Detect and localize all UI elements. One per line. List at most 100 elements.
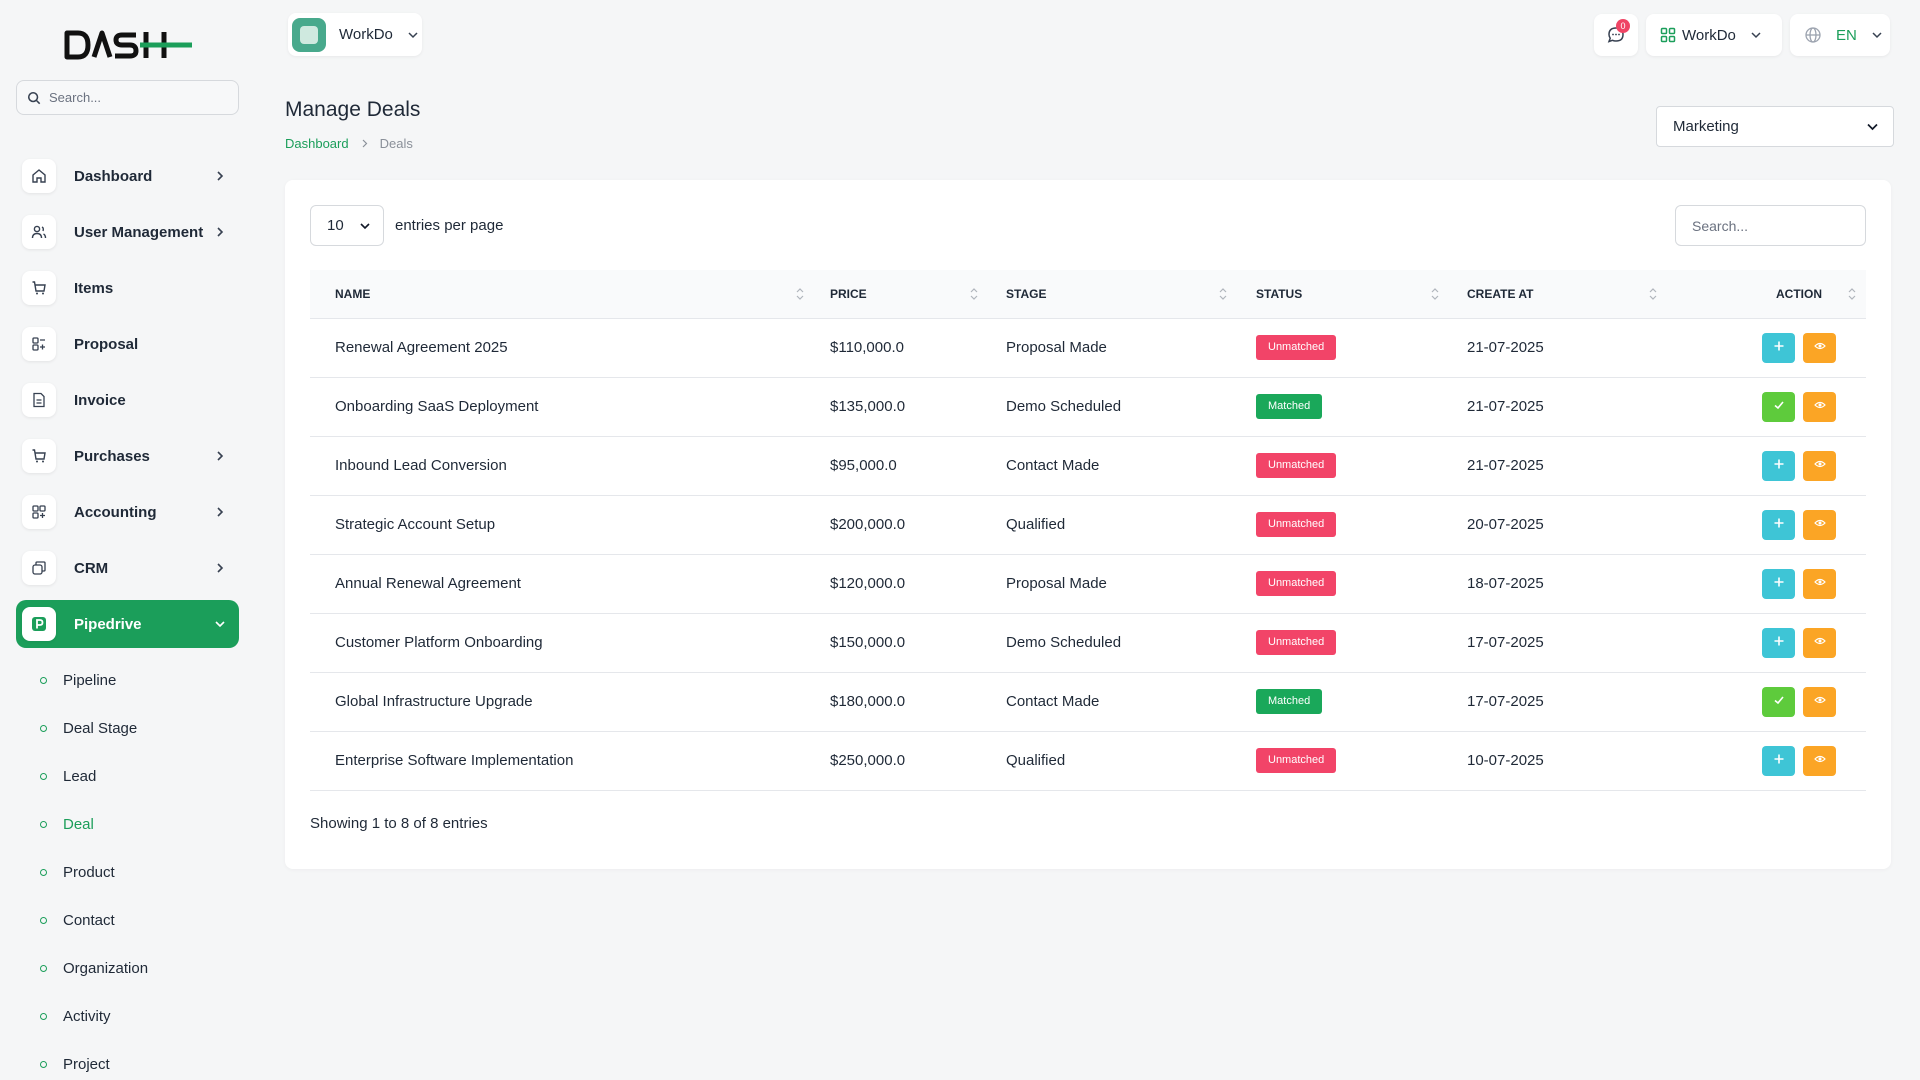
sidebar-item-purchases[interactable]: Purchases bbox=[16, 432, 239, 480]
check-icon bbox=[1773, 693, 1785, 710]
deal-stage: Qualified bbox=[981, 731, 1231, 790]
bullet-icon bbox=[40, 1013, 47, 1020]
table-row: Renewal Agreement 2025$110,000.0Proposal… bbox=[310, 318, 1866, 377]
bullet-icon bbox=[40, 1061, 47, 1068]
cart-icon bbox=[22, 271, 56, 305]
deal-name: Strategic Account Setup bbox=[310, 495, 805, 554]
bullet-icon bbox=[40, 821, 47, 828]
language-switcher[interactable]: EN bbox=[1790, 14, 1890, 56]
deal-stage: Demo Scheduled bbox=[981, 377, 1231, 436]
deal-created: 17-07-2025 bbox=[1442, 672, 1662, 731]
chevron-down-icon bbox=[359, 220, 371, 232]
deal-actions bbox=[1662, 731, 1866, 790]
deal-actions bbox=[1662, 672, 1866, 731]
sidebar-item-label: Proposal bbox=[74, 336, 239, 353]
search-icon bbox=[27, 91, 41, 105]
view-deal-button[interactable] bbox=[1803, 451, 1836, 481]
column-header-action[interactable]: ACTION bbox=[1662, 270, 1866, 318]
view-deal-button[interactable] bbox=[1803, 628, 1836, 658]
deal-created: 10-07-2025 bbox=[1442, 731, 1662, 790]
sidebar-search-input[interactable]: Search... bbox=[16, 80, 239, 115]
submenu-item-deal[interactable]: Deal bbox=[16, 800, 239, 848]
submenu-item-activity[interactable]: Activity bbox=[16, 992, 239, 1040]
status-badge: Unmatched bbox=[1256, 748, 1336, 773]
submenu-item-product[interactable]: Product bbox=[16, 848, 239, 896]
plus-icon bbox=[1773, 752, 1785, 769]
users-icon bbox=[22, 215, 56, 249]
column-header-create-at[interactable]: CREATE AT bbox=[1442, 270, 1662, 318]
table-search-input[interactable] bbox=[1675, 205, 1866, 246]
column-header-status[interactable]: STATUS bbox=[1231, 270, 1442, 318]
breadcrumb-link-dashboard[interactable]: Dashboard bbox=[285, 136, 349, 151]
sidebar-item-user-management[interactable]: User Management bbox=[16, 208, 239, 256]
dash-logo[interactable] bbox=[64, 28, 194, 62]
submenu-item-label: Organization bbox=[63, 960, 148, 977]
sort-icon bbox=[1649, 287, 1657, 301]
deal-actions bbox=[1662, 495, 1866, 554]
status-badge: Unmatched bbox=[1256, 630, 1336, 655]
create-project-button[interactable] bbox=[1762, 569, 1795, 599]
column-header-price[interactable]: PRICE bbox=[805, 270, 981, 318]
deal-status-cell: Unmatched bbox=[1231, 495, 1442, 554]
column-header-stage[interactable]: STAGE bbox=[981, 270, 1231, 318]
proposal-icon bbox=[22, 327, 56, 361]
workspace-logo-icon bbox=[292, 18, 326, 52]
sidebar-item-crm[interactable]: CRM bbox=[16, 544, 239, 592]
create-project-button[interactable] bbox=[1762, 628, 1795, 658]
entries-per-page-select[interactable]: 10 bbox=[310, 205, 384, 246]
submenu-item-project[interactable]: Project bbox=[16, 1040, 239, 1080]
bullet-icon bbox=[40, 917, 47, 924]
view-deal-button[interactable] bbox=[1803, 333, 1836, 363]
sidebar-item-dashboard[interactable]: Dashboard bbox=[16, 152, 239, 200]
deal-stage: Contact Made bbox=[981, 672, 1231, 731]
submenu-item-pipeline[interactable]: Pipeline bbox=[16, 656, 239, 704]
submenu-item-contact[interactable]: Contact bbox=[16, 896, 239, 944]
deal-status-cell: Unmatched bbox=[1231, 554, 1442, 613]
matched-check-button[interactable] bbox=[1762, 392, 1795, 422]
layers-icon bbox=[22, 551, 56, 585]
create-project-button[interactable] bbox=[1762, 510, 1795, 540]
eye-icon bbox=[1814, 575, 1826, 592]
pipeline-filter-select[interactable]: Marketing bbox=[1656, 106, 1894, 147]
entries-per-page: 10 entries per page bbox=[310, 205, 503, 246]
sidebar-item-label: Pipedrive bbox=[74, 616, 213, 633]
sidebar-search-placeholder: Search... bbox=[49, 90, 101, 105]
table-row: Enterprise Software Implementation$250,0… bbox=[310, 731, 1866, 790]
sidebar-item-items[interactable]: Items bbox=[16, 264, 239, 312]
sidebar-item-invoice[interactable]: Invoice bbox=[16, 376, 239, 424]
company-switcher[interactable]: WorkDo bbox=[1646, 14, 1782, 56]
view-deal-button[interactable] bbox=[1803, 569, 1836, 599]
plus-icon bbox=[1773, 516, 1785, 533]
chevron-down-icon bbox=[407, 29, 419, 41]
chevron-right-icon bbox=[213, 505, 227, 519]
deal-status-cell: Unmatched bbox=[1231, 613, 1442, 672]
deals-card: 10 entries per page NAME PRICE STAGE STA… bbox=[285, 180, 1891, 869]
view-deal-button[interactable] bbox=[1803, 392, 1836, 422]
sidebar-item-label: CRM bbox=[74, 560, 213, 577]
create-project-button[interactable] bbox=[1762, 746, 1795, 776]
create-project-button[interactable] bbox=[1762, 451, 1795, 481]
status-badge: Unmatched bbox=[1256, 453, 1336, 478]
pipedrive-icon bbox=[22, 607, 56, 641]
submenu-item-organization[interactable]: Organization bbox=[16, 944, 239, 992]
status-badge: Matched bbox=[1256, 394, 1322, 419]
table-row: Strategic Account Setup$200,000.0Qualifi… bbox=[310, 495, 1866, 554]
column-header-name[interactable]: NAME bbox=[310, 270, 805, 318]
sidebar-item-accounting[interactable]: Accounting bbox=[16, 488, 239, 536]
sidebar-item-proposal[interactable]: Proposal bbox=[16, 320, 239, 368]
notification-button[interactable]: 0 bbox=[1594, 14, 1638, 56]
view-deal-button[interactable] bbox=[1803, 746, 1836, 776]
submenu-item-label: Pipeline bbox=[63, 672, 116, 689]
view-deal-button[interactable] bbox=[1803, 687, 1836, 717]
sidebar-item-pipedrive[interactable]: Pipedrive bbox=[16, 600, 239, 648]
matched-check-button[interactable] bbox=[1762, 687, 1795, 717]
check-icon bbox=[1773, 398, 1785, 415]
view-deal-button[interactable] bbox=[1803, 510, 1836, 540]
workspace-switcher[interactable]: WorkDo bbox=[288, 13, 422, 56]
create-project-button[interactable] bbox=[1762, 333, 1795, 363]
chevron-right-icon bbox=[213, 225, 227, 239]
submenu-item-label: Lead bbox=[63, 768, 96, 785]
submenu-item-lead[interactable]: Lead bbox=[16, 752, 239, 800]
submenu-item-deal-stage[interactable]: Deal Stage bbox=[16, 704, 239, 752]
deal-actions bbox=[1662, 554, 1866, 613]
